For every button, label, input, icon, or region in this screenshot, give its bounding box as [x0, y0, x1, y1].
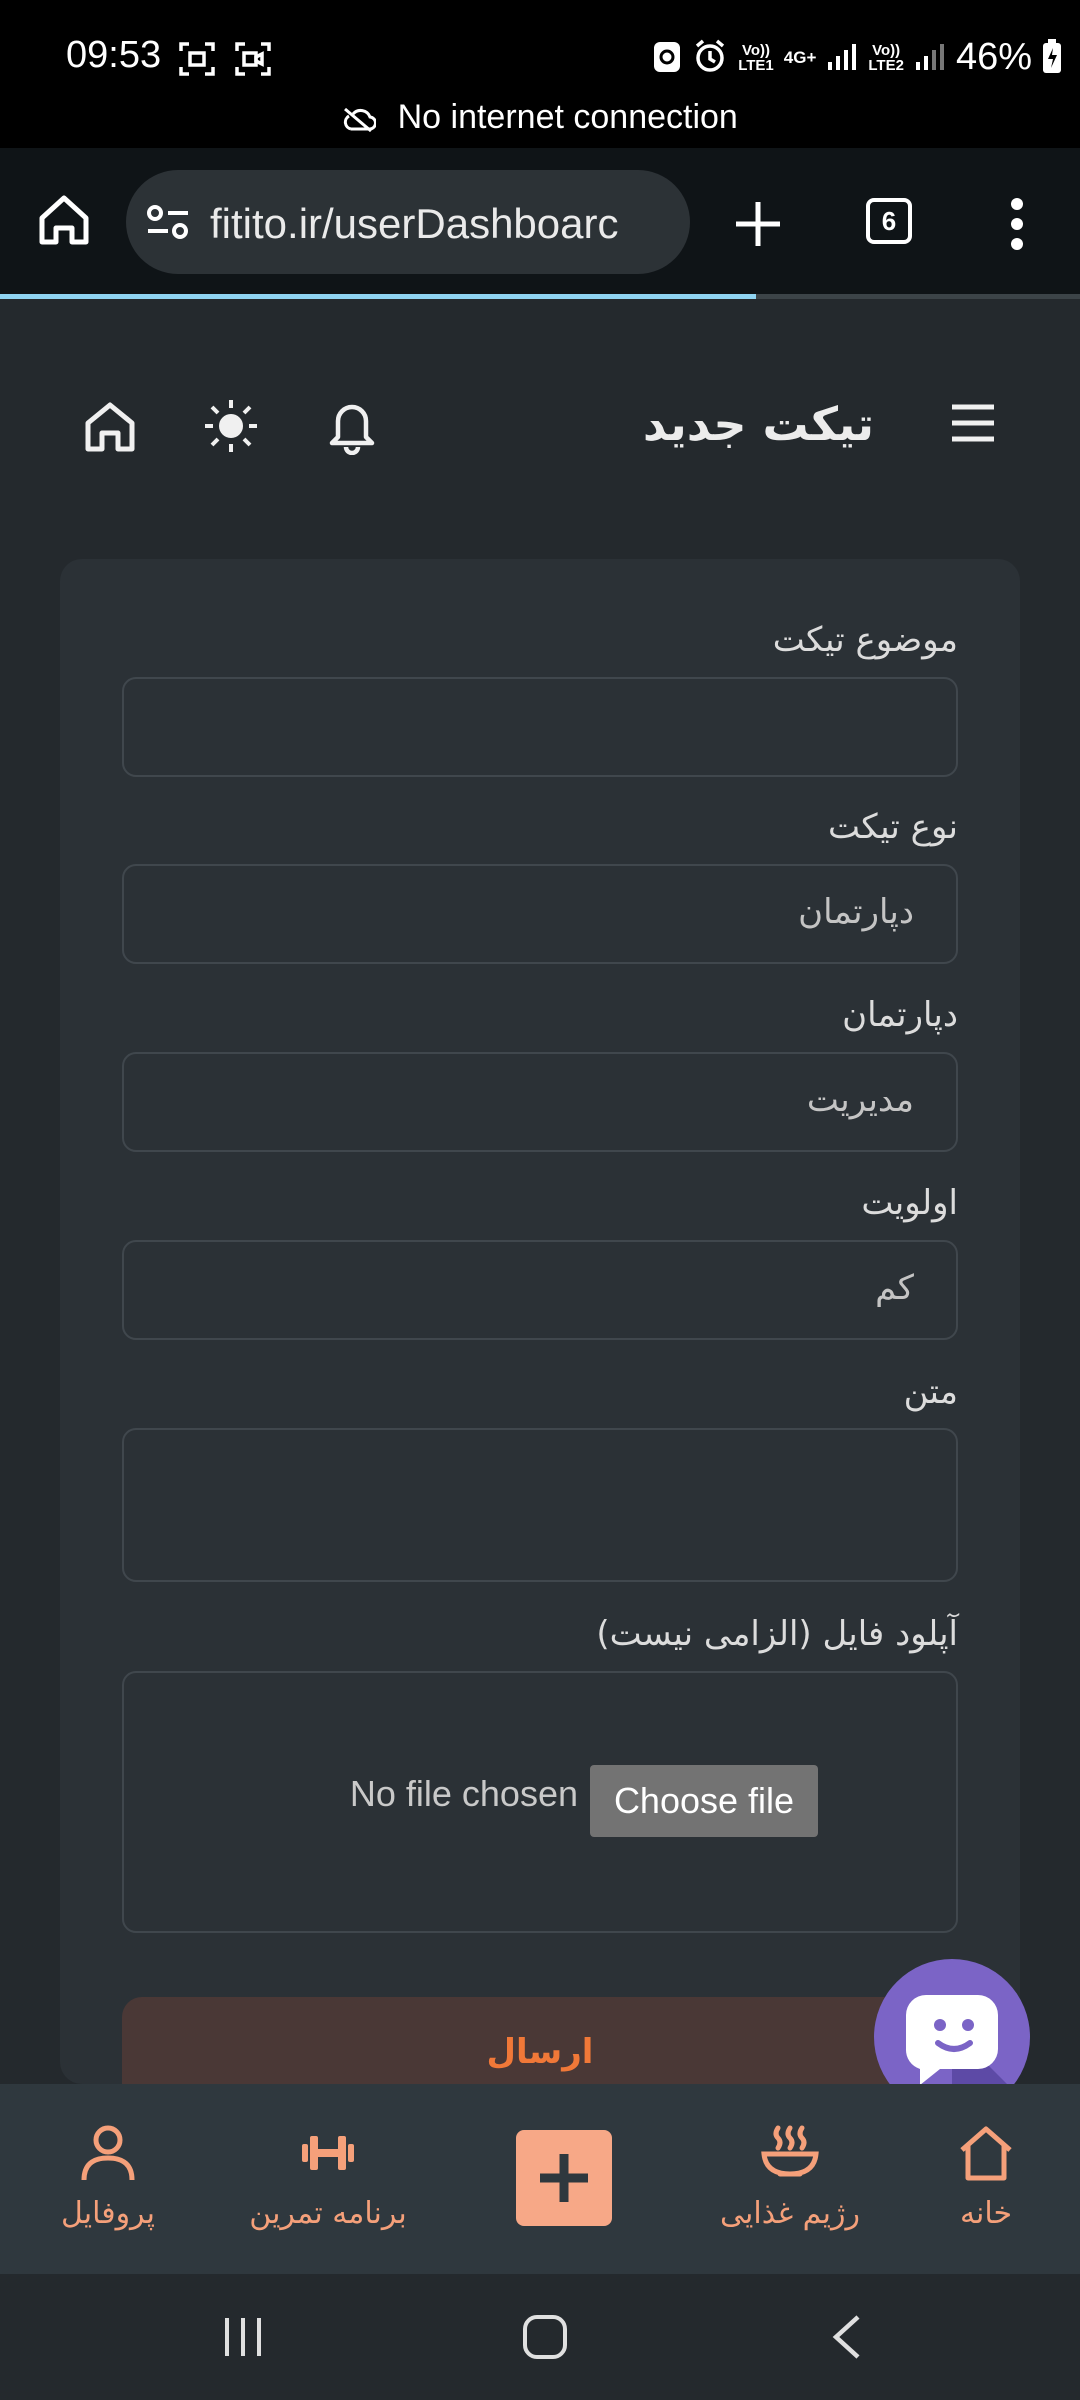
- theme-toggle-sun-icon[interactable]: [202, 397, 260, 459]
- url-text[interactable]: fitito.ir/userDashboarc: [210, 200, 672, 248]
- nav-label-workout: برنامه تمرین: [249, 2196, 407, 2231]
- network-label-2: Vo)) LTE2: [868, 41, 904, 74]
- app-home-icon[interactable]: [82, 399, 138, 459]
- nav-item-workout[interactable]: برنامه تمرین: [236, 2124, 420, 2231]
- battery-icon: [1042, 38, 1062, 78]
- body-textarea[interactable]: [122, 1428, 958, 1582]
- network-label: Vo)) LTE1: [738, 41, 774, 74]
- nav-label-profile: پروفایل: [61, 2196, 155, 2231]
- choose-file-button[interactable]: Choose file: [590, 1765, 818, 1837]
- menu-icon[interactable]: [950, 403, 996, 447]
- priority-label: اولویت: [861, 1183, 958, 1223]
- department-value: مدیریت: [806, 1080, 914, 1120]
- system-navigation-bar: [0, 2274, 1080, 2400]
- department-select[interactable]: مدیریت: [122, 1052, 958, 1152]
- add-button[interactable]: [516, 2130, 612, 2226]
- ticket-type-select[interactable]: دپارتمان: [122, 864, 958, 964]
- status-time: 09:53: [66, 34, 162, 76]
- dumbbell-icon: [298, 2136, 358, 2190]
- signal-icon: [826, 40, 858, 76]
- department-label: دپارتمان: [842, 995, 958, 1035]
- nav-item-home[interactable]: خانه: [924, 2124, 1048, 2231]
- address-bar[interactable]: fitito.ir/userDashboarc: [126, 170, 690, 274]
- offline-banner: No internet connection: [0, 98, 1080, 137]
- home-button-icon[interactable]: [522, 2314, 568, 2364]
- subject-input[interactable]: [122, 677, 958, 777]
- screen-record-icon: [234, 40, 272, 82]
- battery-percent: 46%: [955, 36, 1032, 78]
- nav-label-diet: رژیم غذایی: [720, 2196, 860, 2231]
- signal-icon: [914, 40, 946, 76]
- recent-apps-icon[interactable]: [222, 2316, 264, 2362]
- home-icon: [958, 2126, 1014, 2190]
- body-label: متن: [903, 1372, 958, 1412]
- no-file-text: No file chosen: [349, 1773, 578, 1814]
- nav-label-home: خانه: [959, 2196, 1013, 2231]
- new-tab-icon[interactable]: [732, 198, 784, 254]
- plus-icon: [536, 2150, 592, 2210]
- back-icon[interactable]: [830, 2314, 864, 2364]
- browser-home-icon[interactable]: [36, 192, 92, 252]
- priority-value: کم: [875, 1268, 914, 1308]
- upload-label: آپلود فایل (الزامی نیست): [596, 1614, 958, 1654]
- status-bar: 09:53 Vo)) LTE1 4G+ Vo)) LTE2 46% No int…: [0, 0, 1080, 148]
- file-upload-area[interactable]: No file chosen Choose file: [122, 1671, 958, 1933]
- browser-toolbar: fitito.ir/userDashboarc 6: [0, 148, 1080, 298]
- network-type: 4G+: [783, 47, 817, 67]
- notification-bell-icon[interactable]: [324, 397, 380, 459]
- ticket-type-value: دپارتمان: [798, 892, 914, 932]
- subject-label: موضوع تیکت: [772, 620, 958, 660]
- alarm-icon: [692, 38, 728, 78]
- bottom-nav: خانه رژیم غذایی برنامه تمرین پروفایل: [0, 2084, 1080, 2274]
- nav-item-profile[interactable]: پروفایل: [50, 2124, 166, 2231]
- bowl-icon: [760, 2125, 820, 2190]
- cloud-off-icon: [342, 98, 397, 136]
- nav-item-diet[interactable]: رژیم غذایی: [712, 2124, 868, 2231]
- screenshot-icon: [178, 40, 216, 82]
- tabs-button[interactable]: 6: [866, 198, 912, 244]
- page-title: تیکت جدید: [642, 397, 874, 451]
- ticket-type-label: نوع تیکت: [827, 807, 958, 847]
- user-icon: [80, 2125, 136, 2190]
- priority-select[interactable]: کم: [122, 1240, 958, 1340]
- more-icon[interactable]: [1006, 196, 1028, 256]
- offline-text: No internet connection: [397, 98, 738, 136]
- cast-icon: [652, 38, 682, 78]
- site-settings-icon[interactable]: [146, 204, 190, 244]
